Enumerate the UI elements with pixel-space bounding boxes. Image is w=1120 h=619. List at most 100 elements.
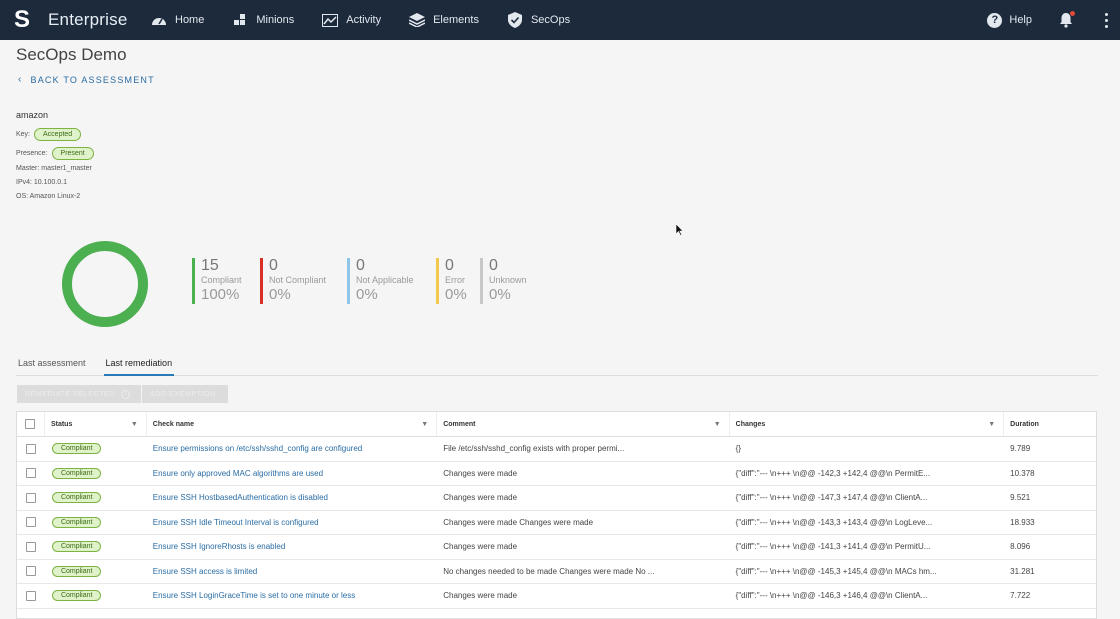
filter-icon[interactable]: ▼ <box>421 421 428 428</box>
tab-last-assessment[interactable]: Last assessment <box>16 356 88 376</box>
duration-cell: 8.096 <box>1010 542 1031 552</box>
stat-percent: 0% <box>445 286 467 303</box>
back-label: BACK TO ASSESSMENT <box>30 74 155 85</box>
stat-count: 0 <box>445 257 454 274</box>
filter-icon[interactable]: ▼ <box>714 421 721 428</box>
stat-label: Error <box>445 275 465 285</box>
chevron-left-icon: ‹ <box>18 74 23 85</box>
stat-label: Not Applicable <box>356 275 414 285</box>
column-header-comment[interactable]: Comment ▼ <box>437 412 730 436</box>
brand-name: Enterprise <box>48 10 128 29</box>
check-name-link[interactable]: Ensure SSH HostbasedAuthentication is di… <box>153 493 328 502</box>
row-checkbox[interactable] <box>25 566 36 577</box>
nav-item-secops[interactable]: SecOps <box>507 0 570 40</box>
check-name-cell: Ensure SSH IgnoreRhosts is enabled <box>147 535 437 559</box>
table-row[interactable]: Compliant Ensure SSH access is limited N… <box>17 560 1096 584</box>
changes-cell: {"diff":"--- \n+++ \n@@ -145,3 +145,4 @@… <box>735 566 937 576</box>
key-row: Key: Accepted <box>16 128 82 141</box>
check-name-cell: Ensure permissions on /etc/ssh/sshd_conf… <box>147 437 437 461</box>
notification-dot <box>1070 11 1075 16</box>
notifications-bell-icon[interactable] <box>1058 11 1075 28</box>
table-row[interactable]: Compliant Ensure permissions on /etc/ssh… <box>17 437 1096 462</box>
check-name-link[interactable]: Ensure permissions on /etc/ssh/sshd_conf… <box>153 444 362 453</box>
row-select-cell <box>17 535 45 559</box>
stat-not-applicable: 0 Not Applicable 0% <box>347 258 414 304</box>
back-to-assessment-link[interactable]: ‹ BACK TO ASSESSMENT <box>18 74 155 85</box>
duration-cell: 9.789 <box>1010 444 1031 454</box>
activity-chart-icon <box>322 12 339 28</box>
table-row[interactable]: Compliant Ensure SSH LoginGraceTime is s… <box>17 584 1096 609</box>
row-select-cell <box>17 437 45 461</box>
row-select-cell <box>17 486 45 510</box>
check-name-cell: Ensure SSH LoginGraceTime is set to one … <box>147 584 437 608</box>
column-header-check-name[interactable]: Check name ▼ <box>147 412 438 436</box>
layers-icon <box>409 12 426 28</box>
info-icon[interactable]: i <box>121 389 131 399</box>
duration-cell: 9.521 <box>1010 493 1031 503</box>
changes-cell: {} <box>735 444 742 454</box>
row-checkbox[interactable] <box>25 468 36 479</box>
row-checkbox[interactable] <box>25 590 36 601</box>
stat-label: Unknown <box>489 275 527 285</box>
status-cell: Compliant <box>45 462 147 486</box>
table-row[interactable]: Compliant Ensure SSH HostbasedAuthentica… <box>17 486 1096 511</box>
remediate-label: REMEDIATE SELECTED <box>25 390 116 398</box>
remediate-selected-button[interactable]: REMEDIATE SELECTED i <box>17 385 141 403</box>
minion-name: amazon <box>16 110 49 120</box>
table-row[interactable]: Compliant Ensure SSH Idle Timeout Interv… <box>17 511 1096 535</box>
stat-label: Compliant <box>201 275 242 285</box>
nav-item-label: Home <box>175 14 205 26</box>
comment-cell: File /etc/ssh/sshd_config exists with pr… <box>443 444 625 454</box>
select-all-checkbox[interactable] <box>25 419 36 429</box>
changes-cell: {"diff":"--- \n+++ \n@@ -147,3 +147,4 @@… <box>735 493 928 503</box>
nav-item-home[interactable]: Home <box>151 0 204 40</box>
column-header-duration[interactable]: Duration <box>1004 412 1096 436</box>
row-checkbox[interactable] <box>25 492 36 503</box>
add-exemption-button[interactable]: ADD EXEMPTION <box>142 385 228 403</box>
row-checkbox[interactable] <box>25 443 36 454</box>
results-tabs: Last assessment Last remediation <box>16 356 1098 376</box>
column-header-status[interactable]: Status ▼ <box>45 412 147 436</box>
stat-not-compliant: 0 Not Compliant 0% <box>260 258 326 304</box>
nav-item-label: SecOps <box>530 14 571 26</box>
column-header-changes[interactable]: Changes ▼ <box>730 412 1005 436</box>
check-name-link[interactable]: Ensure SSH IgnoreRhosts is enabled <box>153 542 286 551</box>
tab-last-remediation[interactable]: Last remediation <box>103 356 175 376</box>
help-button[interactable]: ? Help <box>987 12 1032 28</box>
brand[interactable]: S Enterprise <box>0 0 140 40</box>
check-name-link[interactable]: Ensure only approved MAC algorithms are … <box>153 469 323 478</box>
filter-icon[interactable]: ▼ <box>988 421 995 428</box>
stat-count: 0 <box>489 257 498 274</box>
more-options-icon[interactable] <box>1100 0 1112 40</box>
duration-cell: 10.378 <box>1010 468 1035 478</box>
row-checkbox[interactable] <box>25 517 36 528</box>
stat-count: 0 <box>269 257 278 274</box>
nav-item-minions[interactable]: Minions <box>232 0 294 40</box>
stat-percent: 0% <box>356 286 378 303</box>
table-row[interactable]: Compliant Ensure SSH IgnoreRhosts is ena… <box>17 535 1096 560</box>
table-row[interactable]: Compliant Ensure only approved MAC algor… <box>17 462 1096 486</box>
stat-count: 15 <box>201 257 219 274</box>
nav-item-activity[interactable]: Activity <box>322 0 381 40</box>
key-status-badge: Accepted <box>34 128 82 141</box>
stat-percent: 100% <box>201 286 240 303</box>
nav-item-label: Activity <box>346 14 382 26</box>
os-info: OS: Amazon Linux-2 <box>16 193 81 200</box>
comment-cell: Changes were made <box>443 468 518 478</box>
stat-error: 0 Error 0% <box>436 258 467 304</box>
check-name-cell: Ensure SSH Idle Timeout Interval is conf… <box>147 511 437 535</box>
master-info: Master: master1_master <box>16 165 92 172</box>
key-label: Key: <box>16 131 31 138</box>
minions-icon <box>232 12 248 28</box>
check-name-link[interactable]: Ensure SSH LoginGraceTime is set to one … <box>153 591 355 600</box>
duration-cell: 31.281 <box>1010 566 1035 576</box>
stat-percent: 0% <box>269 286 291 303</box>
check-name-link[interactable]: Ensure SSH Idle Timeout Interval is conf… <box>153 518 319 527</box>
check-name-link[interactable]: Ensure SSH access is limited <box>153 567 257 576</box>
comment-cell: No changes needed to be made Changes wer… <box>443 566 655 576</box>
select-all-cell <box>17 412 45 436</box>
filter-icon[interactable]: ▼ <box>131 421 138 428</box>
compliance-donut-chart <box>62 241 148 327</box>
nav-item-elements[interactable]: Elements <box>409 0 479 40</box>
row-checkbox[interactable] <box>25 541 36 552</box>
